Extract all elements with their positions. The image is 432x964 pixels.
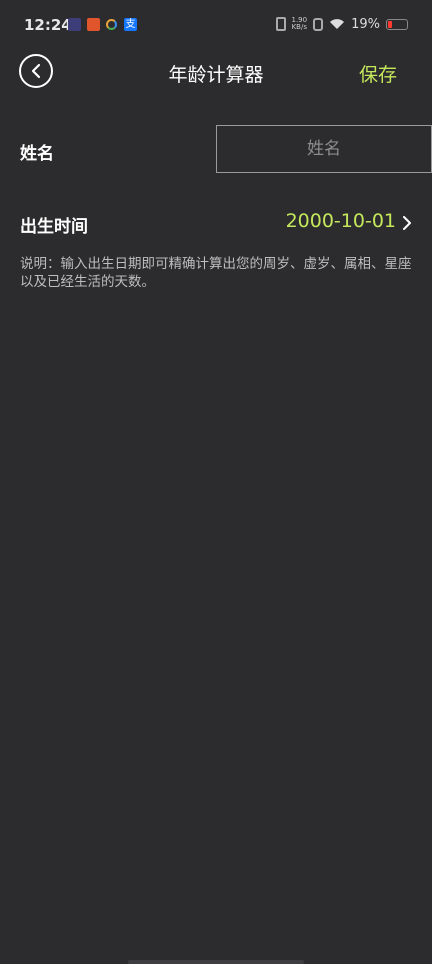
vibrate-icon xyxy=(275,17,286,31)
status-bar: 12:24 支 1.90 KB/s 19% xyxy=(0,0,432,50)
chevron-right-icon xyxy=(403,216,411,230)
home-indicator xyxy=(128,960,304,964)
network-speed-unit: KB/s xyxy=(291,23,307,31)
name-label: 姓名 xyxy=(20,144,54,164)
battery-icon xyxy=(386,18,408,30)
status-right-group: 1.90 KB/s 19% xyxy=(275,14,408,34)
status-time: 12:24 xyxy=(24,16,72,34)
network-speed: 1.90 KB/s xyxy=(292,17,308,31)
nfc-icon xyxy=(313,17,324,31)
name-input[interactable] xyxy=(216,125,432,173)
birth-date-label: 出生时间 xyxy=(20,217,88,237)
app-ring-icon xyxy=(105,18,118,31)
instructions-note: 说明：输入出生日期即可精确计算出您的周岁、虚岁、属相、星座以及已经生活的天数。 xyxy=(20,256,412,290)
app-orange-icon xyxy=(87,18,100,31)
birth-date-value: 2000-10-01 xyxy=(285,210,396,232)
wifi-icon xyxy=(330,19,345,29)
alipay-icon: 支 xyxy=(124,18,137,31)
battery-percent: 19% xyxy=(351,16,380,32)
video-icon xyxy=(68,18,81,31)
name-row: 姓名 xyxy=(0,125,432,173)
birth-date-row[interactable]: 出生时间 2000-10-01 xyxy=(0,200,432,246)
save-button[interactable]: 保存 xyxy=(359,60,397,87)
header-bar: 年龄计算器 保存 xyxy=(0,50,432,96)
